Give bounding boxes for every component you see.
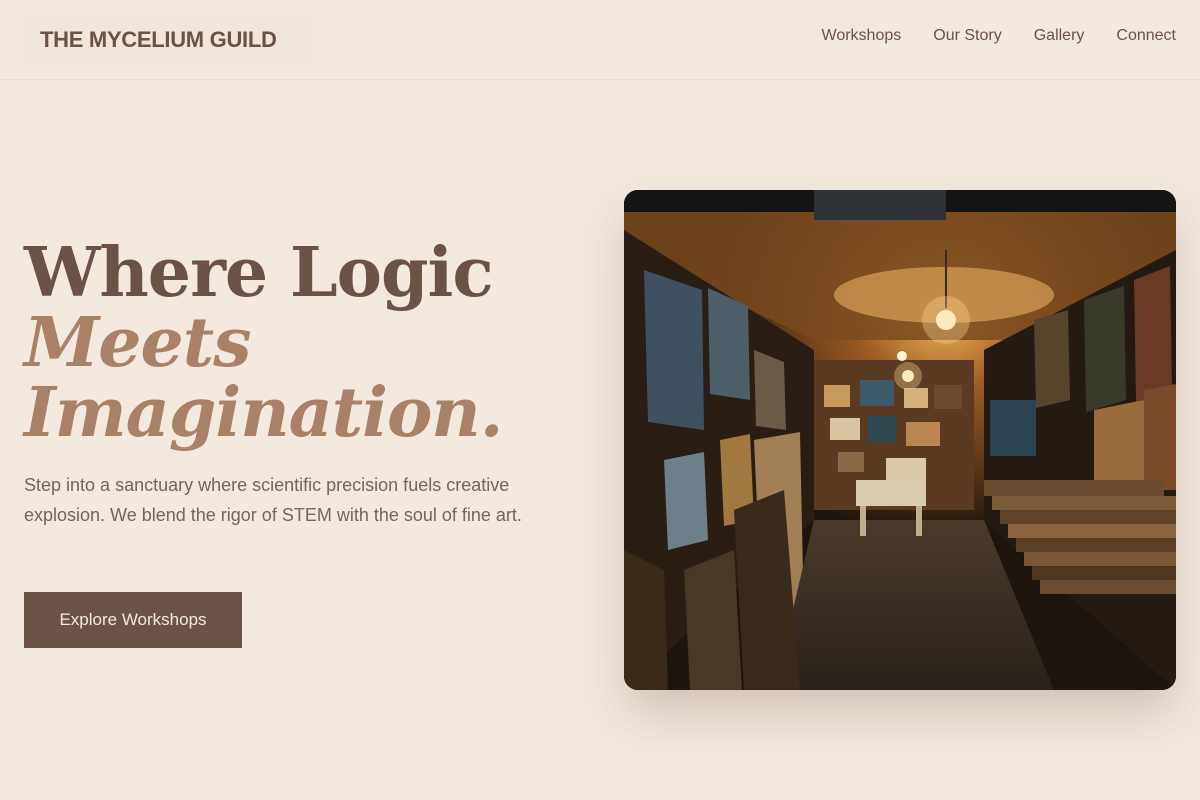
nav-link-our-story[interactable]: Our Story	[933, 27, 1001, 45]
nav-link-gallery[interactable]: Gallery	[1034, 27, 1085, 45]
headline-line-2: Meets	[24, 303, 252, 383]
gallery-corridor-illustration	[624, 190, 1176, 690]
brand-logo[interactable]: THE MYCELIUM GUILD	[24, 16, 312, 64]
headline-line-3: Imagination.	[24, 373, 503, 453]
nav-link-workshops[interactable]: Workshops	[822, 27, 902, 45]
hero-image	[624, 190, 1176, 690]
hero-headline: Where Logic Meets Imagination.	[24, 238, 564, 448]
brand-name: THE MYCELIUM GUILD	[40, 27, 277, 52]
headline-line-1: Where Logic	[24, 233, 494, 313]
explore-workshops-button[interactable]: Explore Workshops	[24, 592, 242, 648]
main-nav: Workshops Our Story Gallery Connect	[822, 27, 1176, 45]
site-header: THE MYCELIUM GUILD Workshops Our Story G…	[0, 0, 1200, 80]
hero-section: Where Logic Meets Imagination. Step into…	[24, 238, 564, 530]
hero-subtext: Step into a sanctuary where scientific p…	[24, 475, 522, 525]
nav-link-connect[interactable]: Connect	[1116, 27, 1176, 45]
